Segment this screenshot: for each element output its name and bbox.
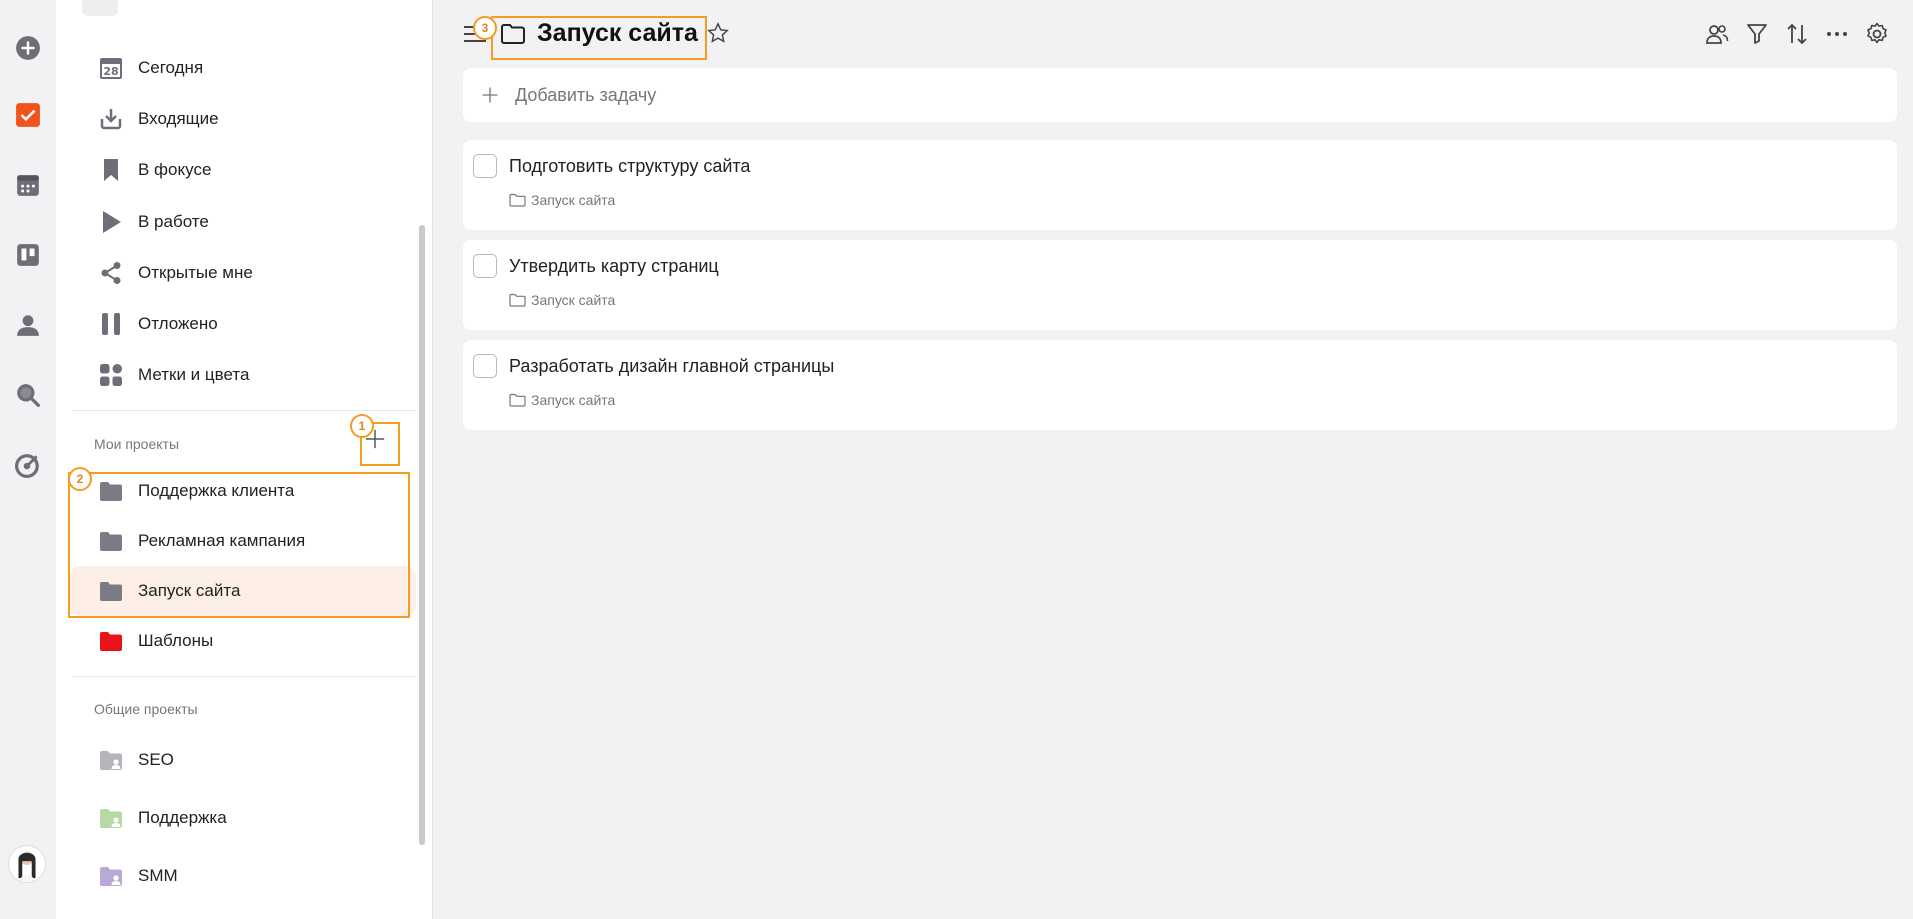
nav-item-label: Входящие <box>138 109 219 128</box>
nav-item-label: Отложено <box>138 314 218 333</box>
add-task-label: Добавить задачу <box>515 84 657 105</box>
folder-outline-icon <box>509 193 526 207</box>
nav-item-label: Сегодня <box>138 58 204 77</box>
nav-item-postponed[interactable]: Отложено <box>70 302 416 346</box>
tags-grid-icon <box>98 362 124 388</box>
tasks-icon[interactable] <box>13 100 43 130</box>
goals-icon[interactable] <box>13 450 43 480</box>
nav-item-label: В работе <box>138 212 209 231</box>
app-rail <box>0 0 56 919</box>
task-project-label: Запуск сайта <box>531 292 616 308</box>
shared-project-item-seo[interactable]: SEO <box>70 738 416 782</box>
task-card[interactable]: Разработать дизайн главной страницы Запу… <box>463 340 1897 430</box>
pause-icon <box>98 311 124 337</box>
divider <box>72 676 416 677</box>
divider <box>72 410 416 411</box>
add-icon[interactable] <box>13 33 43 63</box>
folder-outline-icon <box>509 293 526 307</box>
nav-item-label: Метки и цвета <box>138 365 250 384</box>
shared-folder-icon <box>98 805 124 831</box>
plus-icon <box>479 84 501 106</box>
sort-icon[interactable] <box>1783 20 1811 48</box>
more-icon[interactable] <box>1823 20 1851 48</box>
annotation-badge-3: 3 <box>473 16 497 40</box>
task-card[interactable]: Подготовить структуру сайта Запуск сайта <box>463 140 1897 230</box>
annotation-badge-2: 2 <box>68 467 92 491</box>
annotation-box-3 <box>491 16 707 60</box>
task-title[interactable]: Разработать дизайн главной страницы <box>509 356 834 377</box>
filter-icon[interactable] <box>1743 20 1771 48</box>
settings-gear-icon[interactable] <box>1863 20 1891 48</box>
workspace-avatar-fragment <box>82 0 118 16</box>
star-icon[interactable] <box>707 22 731 46</box>
members-icon[interactable] <box>1703 20 1731 48</box>
project-label: Шаблоны <box>138 631 214 650</box>
shared-folder-icon <box>98 747 124 773</box>
nav-item-label: В фокусе <box>138 160 212 179</box>
nav-item-inbox[interactable]: Входящие <box>70 97 416 141</box>
task-project-label: Запуск сайта <box>531 392 616 408</box>
shared-folder-icon <box>98 863 124 889</box>
annotation-badge-1: 1 <box>350 414 374 438</box>
task-checkbox[interactable] <box>473 354 497 378</box>
task-title[interactable]: Подготовить структуру сайта <box>509 156 750 177</box>
task-project: Запуск сайта <box>509 292 615 308</box>
task-project-label: Запуск сайта <box>531 192 616 208</box>
annotation-box-2 <box>68 472 410 618</box>
play-icon <box>98 209 124 235</box>
header-toolbar <box>1703 20 1891 48</box>
my-projects-title: Мои проекты <box>94 436 180 452</box>
task-card[interactable]: Утвердить карту страниц Запуск сайта <box>463 240 1897 330</box>
folder-icon <box>98 628 124 654</box>
nav-item-focus[interactable]: В фокусе <box>70 148 416 192</box>
nav-item-today[interactable]: 28 Сегодня <box>70 46 416 90</box>
nav-item-shared-with-me[interactable]: Открытые мне <box>70 251 416 295</box>
calendar-day-number: 28 <box>103 65 118 78</box>
task-project: Запуск сайта <box>509 192 615 208</box>
project-label: SMM <box>138 866 178 885</box>
main-content: Запуск сайта 3 Добавить задачу Подготови… <box>432 0 1913 919</box>
search-icon[interactable] <box>13 380 43 410</box>
nav-item-in-progress[interactable]: В работе <box>70 200 416 244</box>
share-icon <box>98 260 124 286</box>
project-item-templates[interactable]: Шаблоны <box>70 619 416 663</box>
bookmark-icon <box>98 157 124 183</box>
task-checkbox[interactable] <box>473 254 497 278</box>
contacts-icon[interactable] <box>13 310 43 340</box>
shared-project-item-support[interactable]: Поддержка <box>70 796 416 840</box>
shared-project-item-smm[interactable]: SMM <box>70 854 416 898</box>
task-checkbox[interactable] <box>473 154 497 178</box>
task-title[interactable]: Утвердить карту страниц <box>509 256 719 277</box>
user-avatar[interactable] <box>8 845 46 883</box>
add-task-button[interactable]: Добавить задачу <box>463 68 1897 122</box>
project-label: Поддержка <box>138 808 227 827</box>
sidebar: 28 Сегодня Входящие В фокусе В работе От… <box>56 0 432 919</box>
inbox-icon <box>98 106 124 132</box>
folder-outline-icon <box>509 393 526 407</box>
sidebar-scrollbar[interactable] <box>419 225 425 845</box>
shared-projects-title: Общие проекты <box>94 701 198 717</box>
calendar-icon[interactable] <box>13 170 43 200</box>
calendar-today-icon: 28 <box>98 55 124 81</box>
project-label: SEO <box>138 750 174 769</box>
board-icon[interactable] <box>13 240 43 270</box>
nav-item-label: Открытые мне <box>138 263 253 282</box>
task-project: Запуск сайта <box>509 392 615 408</box>
nav-item-tags[interactable]: Метки и цвета <box>70 353 416 397</box>
